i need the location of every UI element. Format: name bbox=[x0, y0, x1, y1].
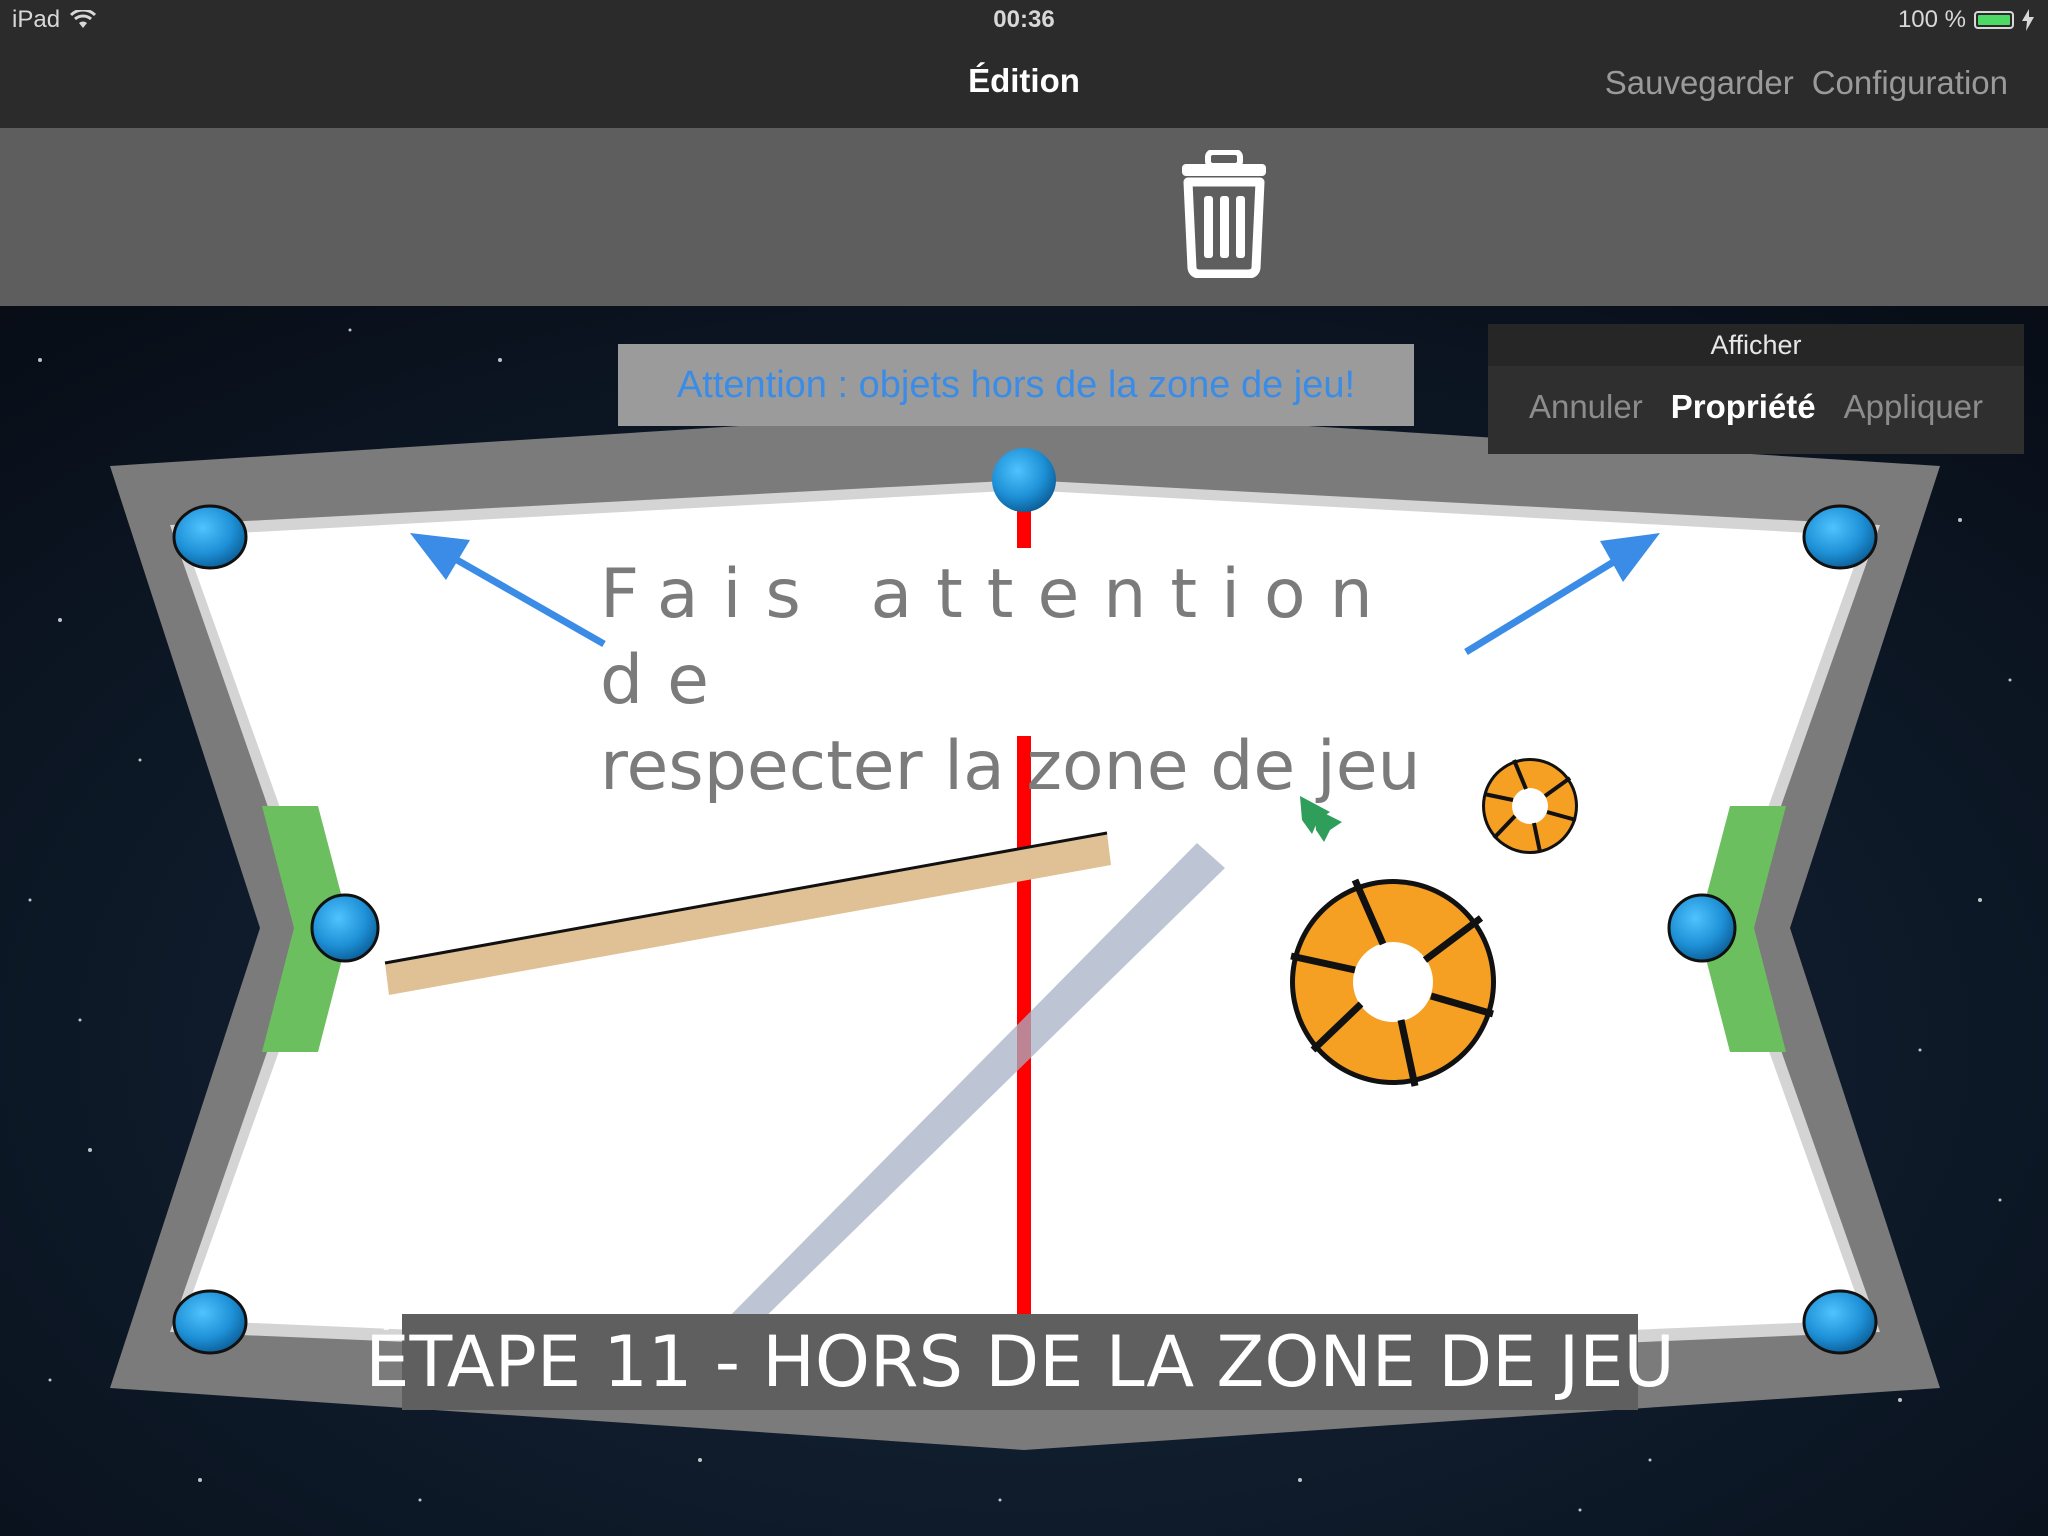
nav-buttons: Sauvegarder Configuration bbox=[1605, 64, 2008, 102]
save-button[interactable]: Sauvegarder bbox=[1605, 64, 1794, 102]
control-point bbox=[1802, 504, 1878, 570]
control-point bbox=[310, 893, 380, 963]
charging-icon bbox=[2022, 9, 2034, 31]
stage-banner: ÉTAPE 11 - HORS DE LA ZONE DE JEU bbox=[365, 1314, 1675, 1410]
battery-icon bbox=[1974, 11, 2014, 29]
panel-options: Annuler Propriété Appliquer bbox=[1488, 388, 2024, 426]
configuration-button[interactable]: Configuration bbox=[1812, 64, 2008, 102]
portal-small[interactable] bbox=[1482, 758, 1578, 854]
control-point bbox=[172, 1289, 248, 1355]
warning-banner: Attention : objets hors de la zone de je… bbox=[618, 344, 1414, 426]
apply-button[interactable]: Appliquer bbox=[1844, 388, 1983, 426]
control-point bbox=[172, 504, 248, 570]
control-point bbox=[1667, 893, 1737, 963]
hint-line-2: respecter la zone de jeu bbox=[600, 727, 1421, 806]
status-right: 100 % bbox=[1898, 6, 2034, 34]
control-point bbox=[992, 448, 1056, 512]
battery-percent: 100 % bbox=[1897, 6, 1966, 33]
status-bar: iPad 00:36 100 % bbox=[0, 0, 2048, 42]
edit-toolbar bbox=[0, 128, 2048, 306]
portal-large[interactable] bbox=[1290, 878, 1496, 1087]
cancel-button[interactable]: Annuler bbox=[1529, 388, 1643, 426]
battery-fill bbox=[1978, 15, 2010, 25]
property-button[interactable]: Propriété bbox=[1671, 388, 1816, 426]
tutorial-hint: Fais attention de respecter la zone de j… bbox=[600, 552, 1460, 810]
panel-header: Afficher bbox=[1488, 324, 2024, 366]
control-point bbox=[1802, 1289, 1878, 1355]
nav-bar: Édition Sauvegarder Configuration bbox=[0, 42, 2048, 128]
hint-line-1: Fais attention de bbox=[600, 555, 1397, 720]
trash-icon[interactable] bbox=[1168, 150, 1280, 278]
status-time: 00:36 bbox=[993, 6, 1055, 33]
properties-panel: Afficher Annuler Propriété Appliquer bbox=[1488, 324, 2024, 454]
